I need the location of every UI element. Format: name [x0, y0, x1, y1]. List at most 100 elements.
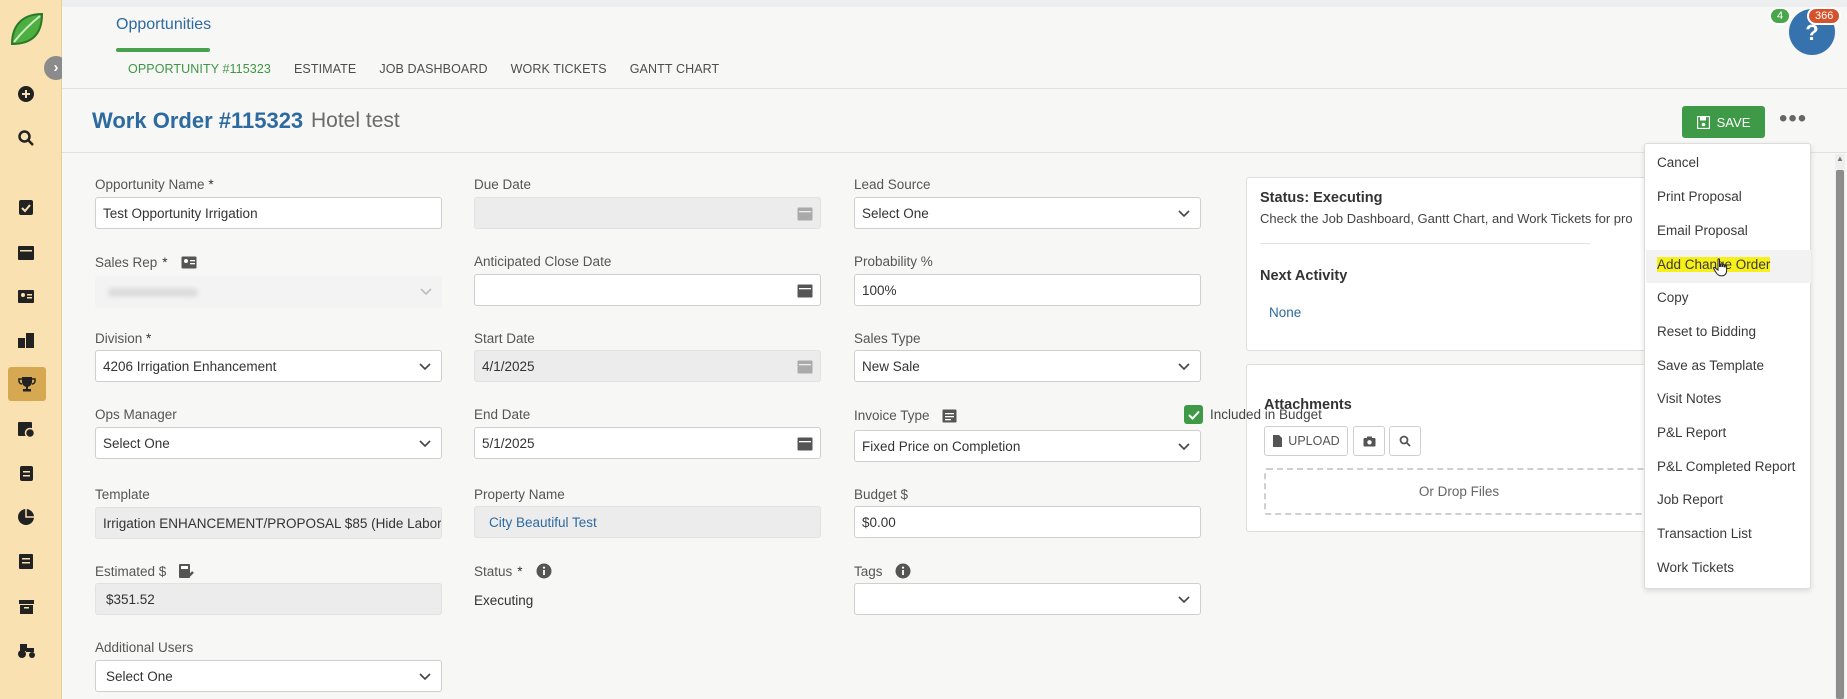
budget-label: Budget $ [854, 487, 909, 502]
scrollbar-thumb[interactable] [1836, 170, 1844, 699]
calculator-edit-icon[interactable] [178, 563, 195, 579]
camera-button[interactable] [1353, 426, 1385, 456]
left-icon-rail: › [0, 0, 68, 699]
tab-opportunity[interactable]: OPPORTUNITY #115323 [128, 62, 271, 76]
tractor-icon[interactable] [14, 638, 38, 662]
file-upload-icon [1273, 435, 1283, 447]
tab-gantt-chart[interactable]: GANTT CHART [630, 62, 720, 76]
invoice-type-label: Invoice Type [854, 408, 957, 423]
tab-work-tickets[interactable]: WORK TICKETS [511, 62, 607, 76]
chevron-down-icon [420, 288, 432, 296]
menu-item-email-proposal[interactable]: Email Proposal [1657, 223, 1748, 238]
attachments-panel: Attachments UPLOAD Or Drop Files [1246, 364, 1666, 532]
calendar-icon[interactable] [797, 283, 813, 298]
menu-item-print-proposal[interactable]: Print Proposal [1657, 189, 1742, 204]
sales-rep-select[interactable] [95, 276, 442, 308]
calendar-icon[interactable] [14, 240, 38, 264]
status-panel: Status: Executing Check the Job Dashboar… [1246, 177, 1666, 351]
checkbox-checked-icon[interactable] [1184, 405, 1203, 424]
search-icon[interactable] [14, 126, 38, 150]
save-disk-icon [1696, 115, 1710, 129]
status-description: Check the Job Dashboard, Gantt Chart, an… [1260, 211, 1633, 226]
drop-files-zone[interactable]: Or Drop Files [1264, 468, 1654, 515]
menu-item-visit-notes[interactable]: Visit Notes [1657, 391, 1721, 406]
mouse-pointer-hand-icon [1713, 258, 1728, 277]
ops-manager-select[interactable]: Select One [95, 427, 442, 459]
additional-users-label: Additional Users [95, 640, 194, 655]
tab-estimate[interactable]: ESTIMATE [294, 62, 356, 76]
division-select[interactable]: 4206 Irrigation Enhancement [95, 350, 442, 382]
list-document-icon[interactable] [14, 549, 38, 573]
estimated-label: Estimated $ [95, 563, 195, 579]
clipboard-list-icon[interactable] [14, 461, 38, 485]
info-icon[interactable] [895, 563, 911, 579]
calendar-icon[interactable] [797, 206, 813, 221]
menu-item-work-tickets[interactable]: Work Tickets [1657, 560, 1734, 575]
archive-box-icon[interactable] [14, 594, 38, 618]
status-label: Status * [474, 563, 552, 579]
app-logo-icon[interactable] [8, 10, 46, 48]
probability-label: Probability % [854, 254, 933, 269]
tasks-clipboard-icon[interactable] [14, 195, 38, 219]
more-options-icon[interactable]: ••• [1779, 107, 1807, 131]
menu-item-pl-report[interactable]: P&L Report [1657, 425, 1726, 440]
contact-card-icon[interactable] [14, 284, 38, 308]
opportunities-trophy-icon[interactable] [8, 367, 46, 401]
page-scrollbar[interactable]: ▲ [1835, 154, 1845, 699]
pie-chart-icon[interactable] [14, 505, 38, 529]
chevron-down-icon [419, 673, 431, 681]
additional-users-select[interactable]: Select One [95, 660, 442, 692]
included-in-budget-label: Included in Budget [1210, 407, 1322, 422]
due-date-input[interactable] [474, 197, 821, 229]
sales-type-select[interactable]: New Sale [854, 350, 1201, 382]
anticipated-close-input[interactable] [474, 274, 821, 306]
scroll-up-arrow-icon[interactable]: ▲ [1836, 154, 1844, 163]
anticipated-close-label: Anticipated Close Date [474, 254, 612, 269]
menu-item-reset-to-bidding[interactable]: Reset to Bidding [1657, 324, 1756, 339]
module-title[interactable]: Opportunities [116, 16, 211, 34]
menu-item-copy[interactable]: Copy [1657, 290, 1689, 305]
camera-icon [1363, 436, 1375, 446]
menu-item-pl-completed-report[interactable]: P&L Completed Report [1657, 459, 1795, 474]
contact-card-icon[interactable] [181, 256, 197, 269]
upload-button[interactable]: UPLOAD [1264, 426, 1348, 456]
search-files-button[interactable] [1389, 426, 1421, 456]
add-icon[interactable] [14, 82, 38, 106]
calendar-icon[interactable] [797, 436, 813, 451]
menu-item-transaction-list[interactable]: Transaction List [1657, 526, 1752, 541]
opportunity-name-input[interactable]: Test Opportunity Irrigation [95, 197, 442, 229]
probability-input[interactable]: 100% [854, 274, 1201, 306]
end-date-input[interactable]: 5/1/2025 [474, 427, 821, 459]
page-subtitle: Hotel test [311, 109, 400, 132]
notification-count-red[interactable]: 366 [1807, 7, 1842, 25]
invoice-list-icon[interactable] [942, 409, 957, 423]
tab-job-dashboard[interactable]: JOB DASHBOARD [379, 62, 487, 76]
opportunity-name-label: Opportunity Name * [95, 177, 214, 192]
sales-type-label: Sales Type [854, 331, 921, 346]
invoice-type-select[interactable]: Fixed Price on Completion [854, 430, 1201, 462]
included-in-budget-checkbox[interactable]: Included in Budget [1184, 405, 1322, 424]
module-underline [116, 48, 210, 52]
start-date-label: Start Date [474, 331, 535, 346]
save-button-label: SAVE [1716, 114, 1751, 130]
lead-source-label: Lead Source [854, 177, 931, 192]
menu-item-job-report[interactable]: Job Report [1657, 492, 1723, 507]
calendar-icon[interactable] [797, 359, 813, 374]
page-title: Work Order #115323 [92, 108, 304, 133]
property-name-link[interactable]: City Beautiful Test [474, 506, 821, 538]
lead-source-select[interactable]: Select One [854, 197, 1201, 229]
due-date-label: Due Date [474, 177, 532, 192]
schedule-calendar-icon[interactable] [14, 417, 38, 441]
info-icon[interactable] [536, 563, 552, 579]
menu-item-save-as-template[interactable]: Save as Template [1657, 358, 1764, 373]
sales-rep-label: Sales Rep * [95, 255, 197, 270]
tags-select[interactable] [854, 583, 1201, 615]
start-date-input[interactable]: 4/1/2025 [474, 350, 821, 382]
budget-input[interactable]: $0.00 [854, 506, 1201, 538]
menu-item-cancel[interactable]: Cancel [1657, 155, 1699, 170]
notification-count-green[interactable]: 4 [1769, 7, 1792, 25]
next-activity-value[interactable]: None [1269, 305, 1301, 320]
save-button[interactable]: SAVE [1682, 106, 1765, 138]
buildings-icon[interactable] [14, 328, 38, 352]
more-options-menu: Cancel Print Proposal Email Proposal Add… [1644, 143, 1811, 589]
